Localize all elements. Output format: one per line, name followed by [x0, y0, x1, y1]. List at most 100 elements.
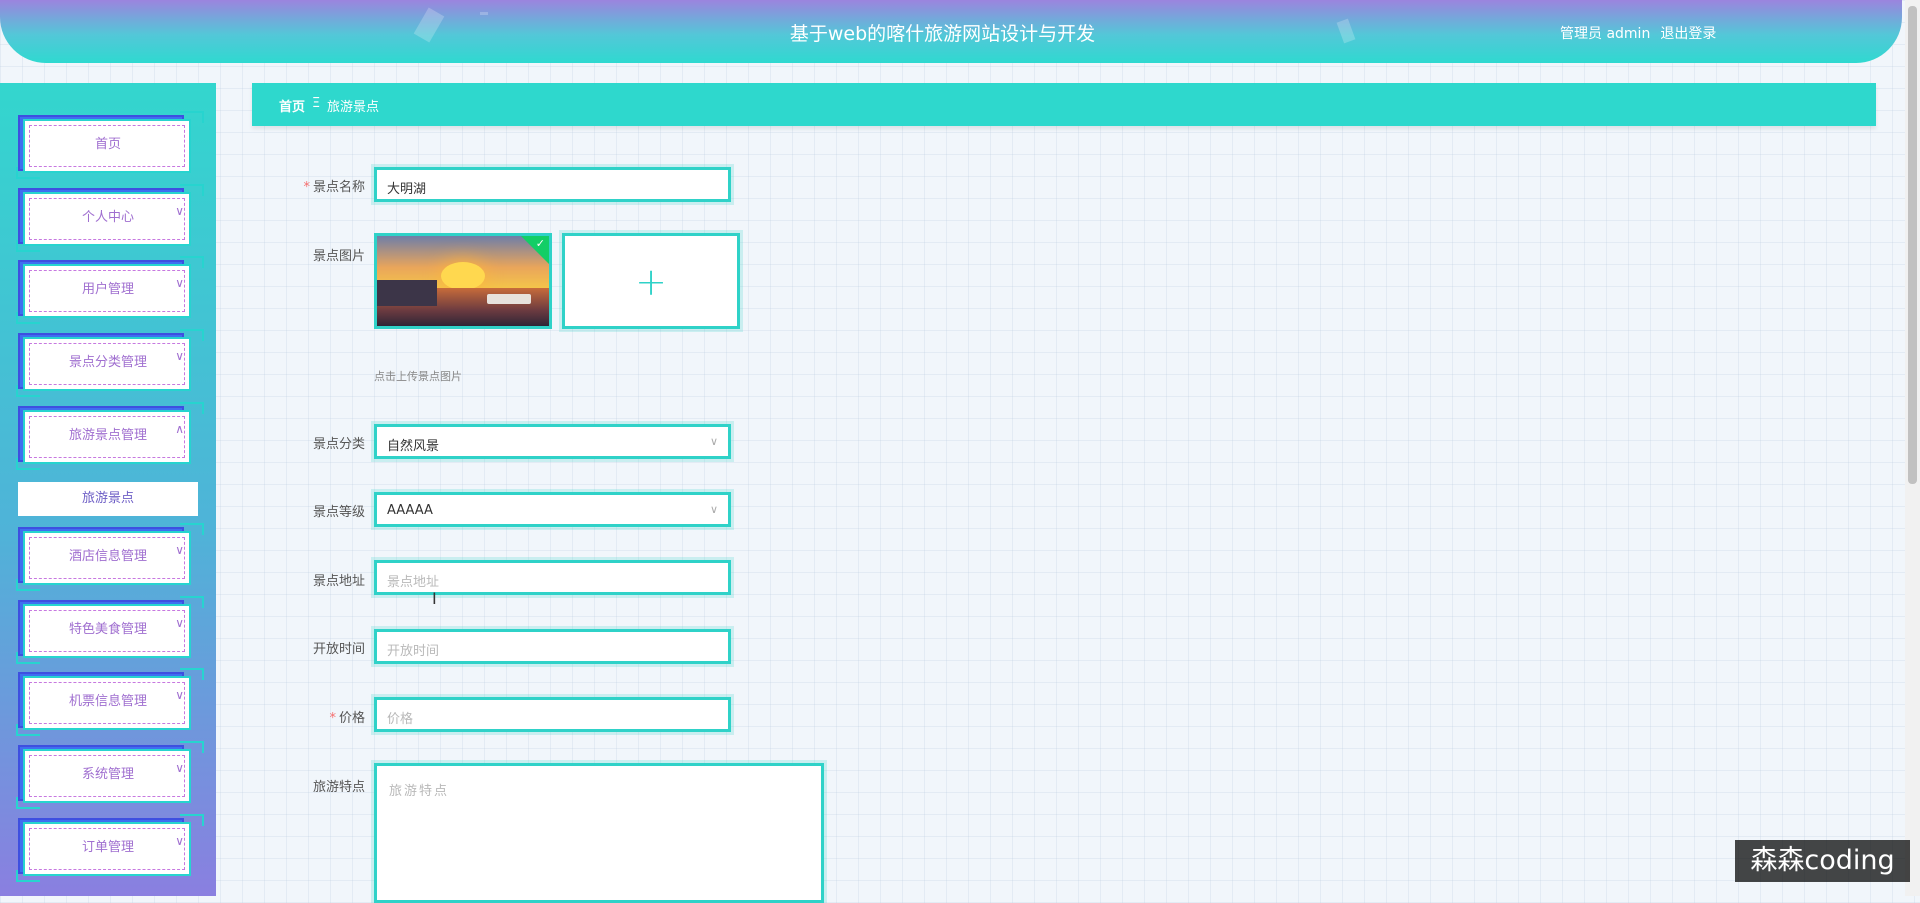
sidebar-item-hotel-management[interactable]: 酒店信息管理 ∨: [16, 523, 204, 591]
price-label: * 价格: [262, 707, 365, 726]
features-placeholder: 旅游特点: [389, 784, 450, 799]
top-header: 基于web的喀什旅游网站设计与开发 管理员 admin 退出登录: [0, 0, 1902, 63]
attraction-name-value: 大明湖: [387, 182, 427, 197]
menu-corner: [180, 402, 204, 414]
plus-icon: +: [635, 260, 667, 304]
sidebar-item-label: 首页: [94, 137, 121, 152]
breadcrumb: 首页 Ξ 旅游景点: [252, 83, 1876, 126]
level-select-value: AAAAA: [387, 503, 433, 518]
breadcrumb-separator-icon: Ξ: [312, 96, 321, 111]
user-info: 管理员 admin 退出登录: [1560, 23, 1726, 43]
address-placeholder: 景点地址: [387, 575, 440, 590]
chevron-down-icon: ∨: [709, 503, 718, 516]
sidebar-item-label: 个人中心: [81, 210, 134, 225]
menu-corner: [180, 814, 204, 826]
sidebar-subitem-attractions[interactable]: 旅游景点: [18, 482, 198, 516]
menu-corner: [180, 741, 204, 753]
category-select-value: 自然风景: [387, 439, 440, 454]
menu-corner: [180, 523, 204, 535]
image-label: 景点图片: [312, 249, 365, 264]
sidebar-nav: 首页 个人中心 ∨ 用户管理 ∨ 景点分类管理 ∨ 旅游景点管理 ∧ 旅游景点 …: [0, 83, 216, 896]
chevron-down-icon: ∨: [175, 688, 184, 702]
menu-corner: [180, 329, 204, 341]
required-mark: *: [329, 711, 336, 726]
chevron-down-icon: ∨: [175, 834, 184, 848]
sidebar-item-order-management[interactable]: 订单管理 ∨: [16, 814, 204, 882]
chevron-down-icon: ∨: [175, 349, 184, 363]
open-time-input[interactable]: 开放时间: [371, 626, 734, 667]
sidebar-item-system-management[interactable]: 系统管理 ∨: [16, 741, 204, 809]
sidebar-item-home[interactable]: 首页: [16, 111, 204, 179]
open-time-label: 开放时间: [312, 642, 365, 657]
chevron-down-icon: ∨: [175, 543, 184, 557]
sidebar-item-user-management[interactable]: 用户管理 ∨: [16, 256, 204, 324]
category-label: 景点分类: [312, 437, 365, 452]
price-label-text: 价格: [338, 711, 365, 726]
name-label-text: 景点名称: [312, 180, 365, 195]
sidebar-item-label: 景点分类管理: [68, 355, 147, 370]
scrollbar-thumb[interactable]: [1908, 6, 1917, 484]
menu-corner: [180, 111, 204, 123]
chevron-down-icon: ∨: [175, 761, 184, 775]
menu-corner: [16, 458, 40, 470]
sidebar-item-attraction-management[interactable]: 旅游景点管理 ∧: [16, 402, 204, 470]
chevron-up-icon: ∧: [175, 422, 184, 436]
name-label: * 景点名称: [262, 176, 365, 195]
menu-corner: [16, 652, 40, 664]
sidebar-item-label: 酒店信息管理: [68, 549, 147, 564]
chevron-down-icon: ∨: [175, 616, 184, 630]
chevron-down-icon: ∨: [175, 276, 184, 290]
sidebar-item-category-management[interactable]: 景点分类管理 ∨: [16, 329, 204, 397]
price-placeholder: 价格: [387, 712, 414, 727]
sidebar-item-label: 订单管理: [81, 840, 134, 855]
menu-corner: [16, 312, 40, 324]
breadcrumb-home-link[interactable]: 首页: [279, 96, 305, 115]
breadcrumb-current: 旅游景点: [327, 100, 380, 115]
menu-corner: [16, 797, 40, 809]
admin-user-label: 管理员 admin: [1560, 26, 1651, 42]
logout-link[interactable]: 退出登录: [1660, 26, 1716, 42]
photo-shore: [377, 280, 437, 306]
required-mark: *: [303, 180, 310, 195]
features-textarea[interactable]: 旅游特点: [371, 760, 827, 903]
address-input[interactable]: 景点地址: [371, 557, 734, 598]
uploaded-image-thumbnail[interactable]: ✓: [374, 233, 552, 329]
text-cursor-icon: I: [432, 589, 437, 608]
menu-corner: [16, 240, 40, 252]
menu-corner: [180, 256, 204, 268]
menu-corner: [180, 184, 204, 196]
chevron-down-icon: ∨: [709, 435, 718, 448]
menu-corner: [16, 724, 40, 736]
upload-tip: 点击上传景点图片: [374, 370, 462, 383]
sidebar-item-label: 机票信息管理: [68, 694, 147, 709]
menu-corner: [16, 870, 40, 882]
address-label: 景点地址: [312, 574, 365, 589]
open-time-placeholder: 开放时间: [387, 644, 440, 659]
menu-corner: [16, 167, 40, 179]
watermark: 森森coding: [1735, 840, 1910, 882]
image-upload-button[interactable]: +: [559, 230, 743, 332]
sidebar-item-personal-center[interactable]: 个人中心 ∨: [16, 184, 204, 252]
photo-boat: [487, 294, 531, 304]
price-input[interactable]: 价格: [371, 694, 734, 735]
sidebar-item-flight-management[interactable]: 机票信息管理 ∨: [16, 668, 204, 736]
sidebar-item-label: 用户管理: [81, 282, 134, 297]
features-label: 旅游特点: [312, 780, 365, 795]
check-icon: ✓: [535, 237, 545, 250]
level-label: 景点等级: [312, 505, 365, 520]
chevron-down-icon: ∨: [175, 204, 184, 218]
header-decoration: [480, 12, 488, 15]
page-scrollbar[interactable]: [1905, 0, 1920, 896]
photo-sun: [441, 262, 485, 290]
sidebar-item-label: 特色美食管理: [68, 622, 147, 637]
sidebar-item-label: 系统管理: [81, 767, 134, 782]
menu-corner: [16, 385, 40, 397]
sidebar-item-food-management[interactable]: 特色美食管理 ∨: [16, 596, 204, 664]
menu-corner: [16, 579, 40, 591]
sidebar-item-label: 旅游景点管理: [68, 428, 147, 443]
menu-corner: [180, 596, 204, 608]
attraction-name-input[interactable]: 大明湖: [371, 164, 734, 205]
category-select[interactable]: 自然风景 ∨: [371, 421, 734, 462]
level-select[interactable]: AAAAA ∨: [371, 489, 734, 530]
menu-corner: [180, 668, 204, 680]
